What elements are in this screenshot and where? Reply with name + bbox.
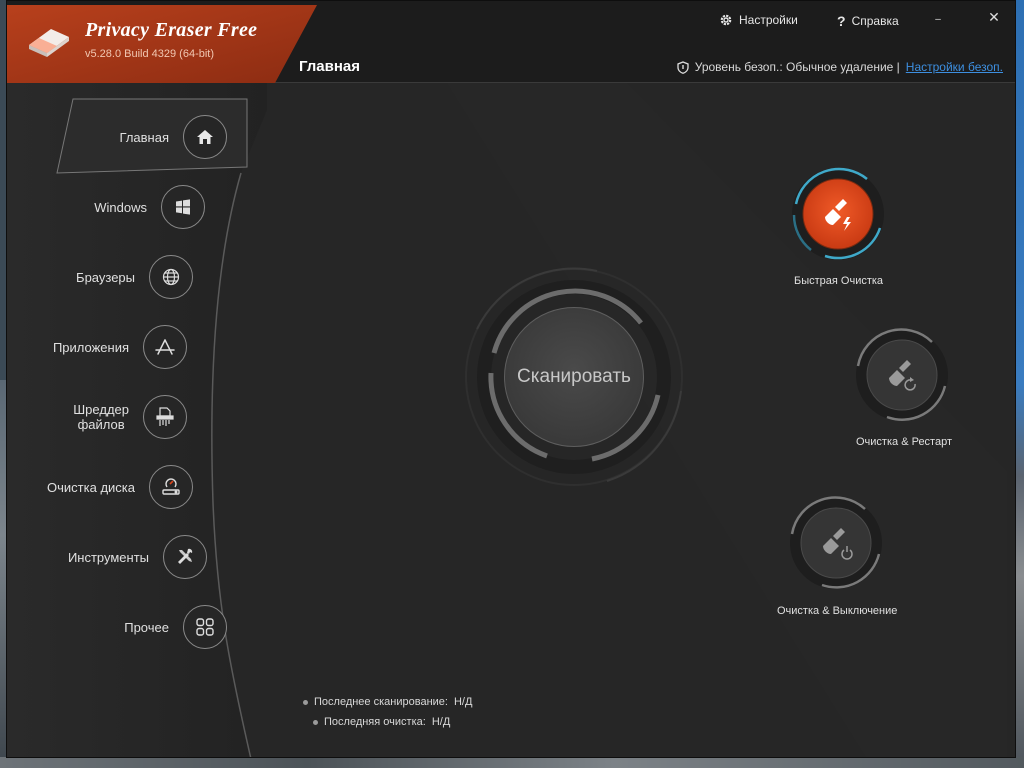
quick-clean-label: Быстрая Очистка [794,275,884,287]
last-scan-row: Последнее сканирование: Н/Д [303,692,472,712]
broom-lightning-icon [825,199,851,231]
clean-restart-button[interactable] [867,340,937,410]
scan-stats: Последнее сканирование: Н/Д Последняя оч… [303,692,472,732]
scan-button[interactable]: Сканировать [504,307,644,447]
last-scan-label: Последнее сканирование: [314,696,448,708]
last-clean-value: Н/Д [431,716,451,728]
clean-shutdown-button[interactable] [801,508,871,578]
quick-clean-button[interactable] [803,179,873,249]
clean-restart-label: Очистка & Рестарт [856,436,953,448]
scan-button-label: Сканировать [517,366,631,387]
main-window: Privacy Eraser Free v5.28.0 Build 4329 (… [6,0,1016,758]
clean-shutdown-label: Очистка & Выключение [777,605,898,617]
broom-restart-icon [889,360,916,391]
broom-power-icon [823,528,853,560]
last-scan-value: Н/Д [453,696,473,708]
last-clean-label: Последняя очистка: [324,716,426,728]
last-clean-row: Последняя очистка: Н/Д [303,712,472,732]
